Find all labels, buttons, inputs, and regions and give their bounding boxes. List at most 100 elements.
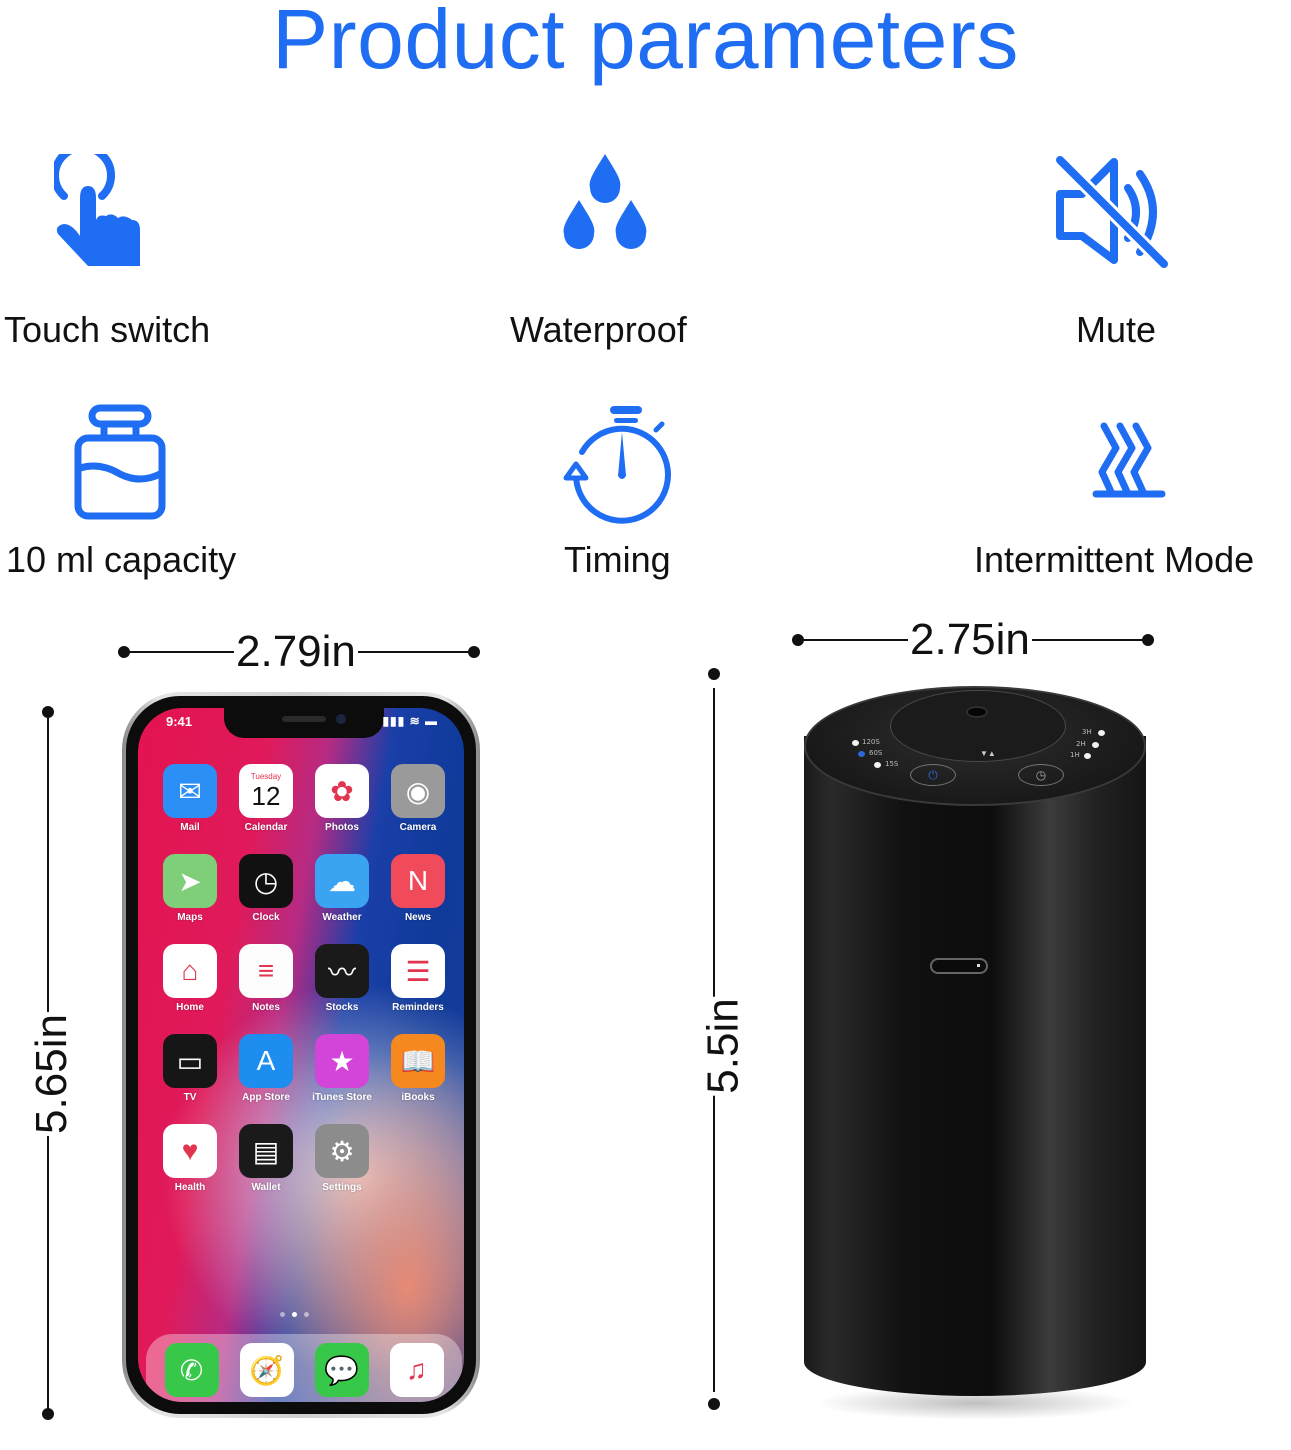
feature-mute: Mute: [1030, 150, 1250, 350]
settings-icon: ⚙: [315, 1124, 369, 1178]
front-camera: [336, 714, 346, 724]
heat-waves-icon: [1092, 422, 1166, 498]
page-indicator: [280, 1312, 309, 1317]
page-title: Product parameters: [272, 0, 1019, 86]
phone-mockup: 9:41 ▮▮▮ ≋ ▬ ✉ Mail Tuesday 12 Calendar ✿ Phot…: [122, 692, 480, 1418]
bottle-icon: [74, 404, 166, 520]
notes-icon: ≡: [239, 944, 293, 998]
diffuser-top-panel: 120S 60S 15S 3H 2H 1H ▼▲ ⏻ ◷: [804, 686, 1146, 806]
mode-arrows-icon: ▼▲: [980, 749, 996, 758]
tv-icon: ▭: [163, 1034, 217, 1088]
camera-icon: ◉: [391, 764, 445, 818]
feature-label: Touch switch: [4, 309, 211, 350]
reminders-icon: ☰: [391, 944, 445, 998]
app-tv[interactable]: ▭ TV: [152, 1034, 228, 1103]
timer-button[interactable]: ◷: [1018, 764, 1064, 786]
app-camera[interactable]: ◉ Camera: [380, 764, 456, 833]
app-label: Notes: [252, 1002, 280, 1013]
app-app-store[interactable]: A App Store: [228, 1034, 304, 1103]
led-timer-1h: [1084, 753, 1091, 759]
itunes-store-icon: ★: [315, 1034, 369, 1088]
app-news[interactable]: N News: [380, 854, 456, 923]
feature-label: Intermittent Mode: [974, 539, 1255, 580]
page-dot-active: [292, 1312, 297, 1317]
app-maps[interactable]: ➤ Maps: [152, 854, 228, 923]
dock-safari-icon[interactable]: 🧭: [239, 1343, 294, 1397]
ibooks-icon: 📖: [391, 1034, 445, 1088]
phone-screen: 9:41 ▮▮▮ ≋ ▬ ✉ Mail Tuesday 12 Calendar ✿ Phot…: [138, 708, 464, 1402]
app-reminders[interactable]: ☰ Reminders: [380, 944, 456, 1013]
photos-icon: ✿: [315, 764, 369, 818]
dimension-endpoint: [708, 668, 720, 680]
app-health[interactable]: ♥ Health: [152, 1124, 228, 1193]
page-dot: [280, 1312, 285, 1317]
app-photos[interactable]: ✿ Photos: [304, 764, 380, 833]
app-label: News: [404, 912, 432, 923]
mist-nozzle: [966, 706, 988, 718]
status-icons: ▮▮▮ ≋ ▬: [382, 714, 438, 728]
timer-label: 3H: [1082, 728, 1092, 736]
feature-waterproof: Waterproof: [480, 150, 740, 350]
maps-icon: ➤: [163, 854, 217, 908]
dock-phone-icon[interactable]: ✆: [164, 1343, 219, 1397]
app-label: iBooks: [401, 1092, 435, 1103]
app-ibooks[interactable]: 📖 iBooks: [380, 1034, 456, 1103]
app-calendar[interactable]: Tuesday 12 Calendar: [228, 764, 304, 833]
app-label: Maps: [177, 912, 203, 923]
app-home[interactable]: ⌂ Home: [152, 944, 228, 1013]
dimension-endpoint: [468, 646, 480, 658]
speaker-grille: [282, 716, 326, 722]
mail-icon: ✉: [163, 764, 217, 818]
app-notes[interactable]: ≡ Notes: [228, 944, 304, 1013]
diffuser-width-label: 2.75in: [908, 615, 1032, 664]
app-label: Camera: [399, 822, 437, 833]
app-weather[interactable]: ☁ Weather: [304, 854, 380, 923]
dock-music-icon[interactable]: ♫: [389, 1343, 444, 1397]
diffuser-body: [804, 736, 1146, 1396]
interval-label: 120S: [862, 738, 880, 746]
stopwatch-icon: [563, 406, 671, 524]
app-itunes-store[interactable]: ★ iTunes Store: [304, 1034, 380, 1103]
app-label: TV: [183, 1092, 197, 1103]
app-label: Mail: [180, 822, 200, 833]
dimension-endpoint: [42, 1408, 54, 1420]
app-label: Reminders: [392, 1002, 444, 1013]
app-clock[interactable]: ◷ Clock: [228, 854, 304, 923]
dimension-endpoint: [1142, 634, 1154, 646]
app-wallet[interactable]: ▤ Wallet: [228, 1124, 304, 1193]
app-label: Weather: [322, 912, 362, 923]
dock-messages-icon[interactable]: 💬: [314, 1343, 369, 1397]
page-dot: [304, 1312, 309, 1317]
diffuser-cap: [890, 690, 1066, 762]
power-button[interactable]: ⏻: [910, 764, 956, 786]
health-icon: ♥: [163, 1124, 217, 1178]
app-mail[interactable]: ✉ Mail: [152, 764, 228, 833]
speaker-muted-icon: [1055, 155, 1169, 268]
wallet-icon: ▤: [239, 1124, 293, 1178]
app-label: Photos: [325, 822, 359, 833]
phone-height-dimension: 5.65in: [27, 706, 76, 1422]
usb-c-port: [930, 958, 988, 974]
app-label: Stocks: [325, 1002, 359, 1013]
status-time: 9:41: [166, 714, 193, 729]
feature-capacity: 10 ml capacity: [0, 400, 300, 590]
news-icon: N: [391, 854, 445, 908]
weather-icon: ☁: [315, 854, 369, 908]
water-drops-icon: [563, 154, 647, 249]
home-icon: ⌂: [163, 944, 217, 998]
app-grid: ✉ Mail Tuesday 12 Calendar ✿ Photos ◉ Camera ➤ Map…: [152, 764, 456, 1193]
touch-hand-icon: [54, 154, 140, 266]
clock-icon: ◷: [239, 854, 293, 908]
app-label: Settings: [322, 1182, 362, 1193]
calendar-date: 12: [251, 781, 281, 811]
app-store-icon: A: [239, 1034, 293, 1088]
diffuser-product: 120S 60S 15S 3H 2H 1H ▼▲ ⏻ ◷: [804, 686, 1146, 1428]
feature-label: Waterproof: [510, 309, 687, 350]
led-timer-2h: [1092, 742, 1099, 748]
clock-icon: ◷: [1035, 768, 1047, 782]
dimension-endpoint: [708, 1398, 720, 1410]
app-settings[interactable]: ⚙ Settings: [304, 1124, 380, 1193]
app-stocks[interactable]: 〰 Stocks: [304, 944, 380, 1013]
feature-touch-switch: Touch switch: [0, 150, 300, 350]
calendar-icon: Tuesday 12: [239, 764, 293, 818]
